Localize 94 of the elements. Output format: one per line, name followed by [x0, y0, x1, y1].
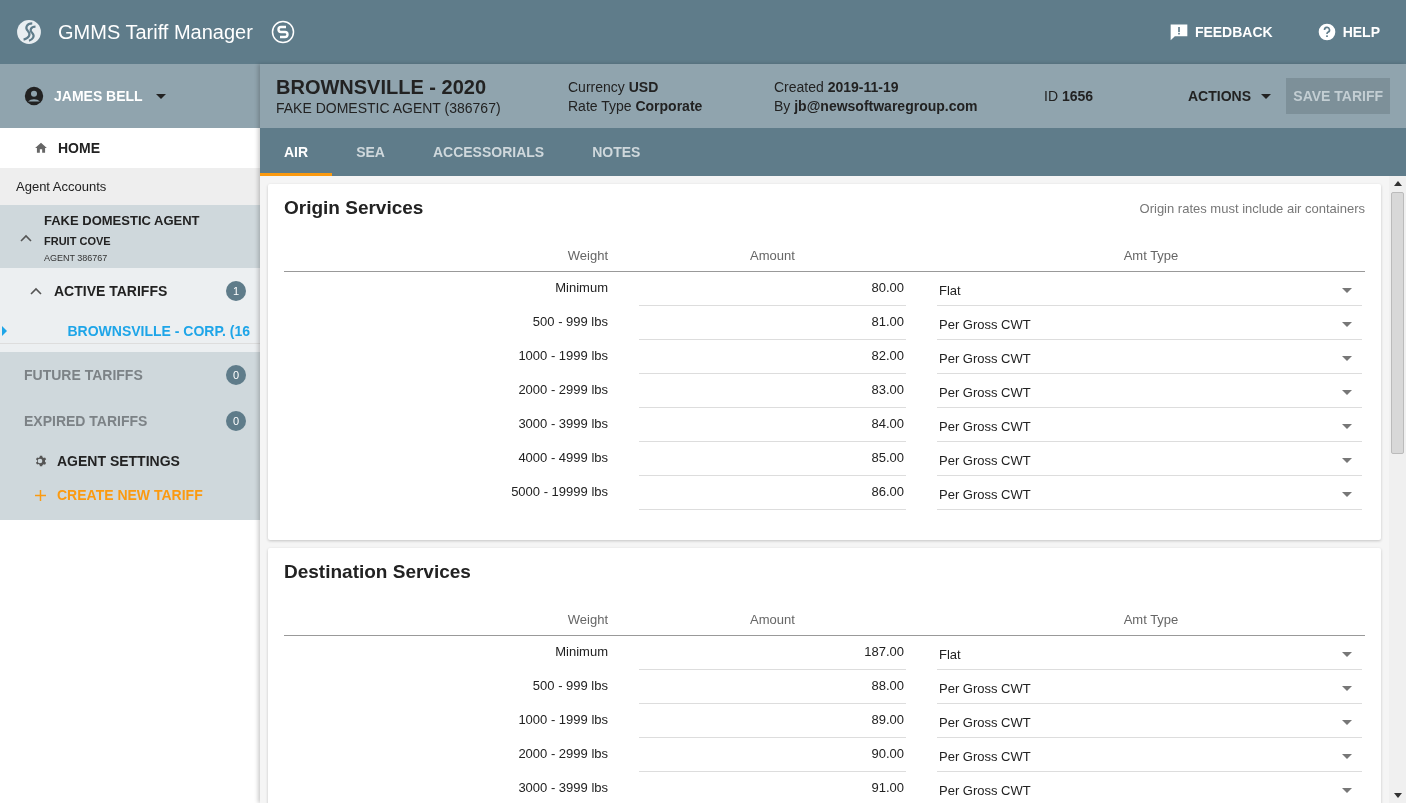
weight-label: 3000 - 3999 lbs — [517, 779, 608, 797]
column-header: Amount — [749, 612, 796, 627]
caret-icon — [1342, 424, 1352, 429]
amount-field[interactable]: 80.00 — [639, 272, 906, 306]
amt-type-select[interactable]: Flat — [937, 636, 1362, 670]
caret-icon — [1342, 458, 1352, 463]
sync-icon[interactable] — [270, 20, 295, 44]
amount-field[interactable]: 91.00 — [639, 772, 906, 803]
amt-type-select[interactable]: Per Gross CWT — [937, 306, 1362, 340]
amt-type-select[interactable]: Per Gross CWT — [937, 704, 1362, 738]
caret-icon — [1342, 322, 1352, 327]
amount-field[interactable]: 90.00 — [639, 738, 906, 772]
app-title: GMMS Tariff Manager — [58, 20, 253, 44]
agent-name: FAKE DOMESTIC AGENT — [44, 213, 200, 229]
weight-label: 3000 - 3999 lbs — [517, 415, 608, 433]
gear-icon — [33, 454, 47, 468]
tariff-id: ID 1656 — [1044, 88, 1095, 104]
column-header: Amount — [749, 248, 796, 263]
amt-type-select[interactable]: Per Gross CWT — [937, 670, 1362, 704]
actions-menu[interactable]: ACTIONS — [1180, 80, 1279, 112]
weight-label: 2000 - 2999 lbs — [517, 381, 608, 399]
caret-icon — [1342, 754, 1352, 759]
account-icon — [23, 85, 45, 107]
home-icon — [34, 141, 48, 155]
triangle-icon — [2, 325, 7, 336]
weight-label: 500 - 999 lbs — [531, 677, 608, 695]
amount-field[interactable]: 86.00 — [639, 476, 906, 510]
section-heading: Agent Accounts — [0, 168, 260, 205]
caret-icon — [1342, 356, 1352, 361]
amt-type-select[interactable]: Per Gross CWT — [937, 738, 1362, 772]
weight-label: Minimum — [554, 643, 608, 661]
tariff-group[interactable]: ACTIVE TARIFFS — [54, 283, 214, 299]
agent-city: FRUIT COVE — [44, 234, 112, 249]
caret-icon — [1261, 93, 1271, 99]
amount-field[interactable]: 83.00 — [639, 374, 906, 408]
amount-field[interactable]: 84.00 — [639, 408, 906, 442]
amount-field[interactable]: 89.00 — [639, 704, 906, 738]
help-icon — [1316, 22, 1337, 42]
amount-field[interactable]: 85.00 — [639, 442, 906, 476]
caret-icon — [1342, 652, 1352, 657]
amt-type-select[interactable]: Per Gross CWT — [937, 772, 1362, 803]
amount-field[interactable]: 81.00 — [639, 306, 906, 340]
caret-icon — [1342, 686, 1352, 691]
count-badge: 0 — [226, 411, 246, 431]
home-link[interactable]: HOME — [0, 128, 260, 168]
scrollbar[interactable] — [1389, 176, 1406, 803]
weight-label: 1000 - 1999 lbs — [517, 711, 608, 729]
caret-icon — [1342, 492, 1352, 497]
amt-type-select[interactable]: Per Gross CWT — [937, 476, 1362, 510]
count-badge: 1 — [226, 281, 246, 301]
meta-text: Created 2019-11-19 — [774, 78, 900, 95]
agent-code: AGENT 386767 — [44, 253, 109, 263]
section-note: Origin rates must include air containers — [1139, 200, 1365, 216]
feedback-icon — [1168, 22, 1189, 42]
amt-type-select[interactable]: Flat — [937, 272, 1362, 306]
amt-type-select[interactable]: Per Gross CWT — [937, 374, 1362, 408]
column-header: Weight — [566, 248, 608, 263]
weight-label: Minimum — [554, 279, 608, 297]
section-title: Origin Services — [284, 197, 424, 219]
meta-text: By jb@newsoftwaregroup.com — [774, 97, 979, 114]
meta-text: Rate Type Corporate — [568, 97, 704, 114]
weight-label: 4000 - 4999 lbs — [517, 449, 608, 467]
logo-icon — [16, 19, 42, 45]
section-title: Destination Services — [284, 561, 471, 583]
amount-field[interactable]: 88.00 — [639, 670, 906, 704]
weight-label: 500 - 999 lbs — [531, 313, 608, 331]
caret-icon — [1342, 788, 1352, 793]
caret-icon — [155, 93, 166, 99]
help-button[interactable]: HELP — [1306, 16, 1390, 48]
count-badge: 0 — [226, 365, 246, 385]
column-header: Weight — [566, 612, 608, 627]
tariff-title: BROWNSVILLE - 2020 — [276, 76, 488, 99]
caret-icon — [1342, 720, 1352, 725]
amt-type-select[interactable]: Per Gross CWT — [937, 340, 1362, 374]
scroll-up-icon[interactable] — [1393, 181, 1402, 186]
weight-label: 5000 - 19999 lbs — [510, 483, 608, 501]
amt-type-select[interactable]: Per Gross CWT — [937, 442, 1362, 476]
chevron-icon[interactable] — [20, 234, 32, 242]
column-header: Amt Type — [1122, 612, 1180, 627]
caret-icon — [1342, 390, 1352, 395]
agent-settings-link[interactable]: AGENT SETTINGS — [0, 444, 180, 478]
feedback-button[interactable]: FEEDBACK — [1158, 16, 1283, 48]
amount-field[interactable]: 187.00 — [639, 636, 906, 670]
plus-icon — [35, 489, 46, 501]
tariff-agent: FAKE DOMESTIC AGENT (386767) — [276, 100, 502, 116]
amt-type-select[interactable]: Per Gross CWT — [937, 408, 1362, 442]
weight-label: 1000 - 1999 lbs — [517, 347, 608, 365]
weight-label: 2000 - 2999 lbs — [517, 745, 608, 763]
amount-field[interactable]: 82.00 — [639, 340, 906, 374]
scroll-down-icon[interactable] — [1393, 793, 1402, 798]
chevron-icon[interactable] — [30, 287, 42, 295]
column-header: Amt Type — [1122, 248, 1180, 263]
caret-icon — [1342, 288, 1352, 293]
meta-text: Currency USD — [568, 78, 660, 95]
